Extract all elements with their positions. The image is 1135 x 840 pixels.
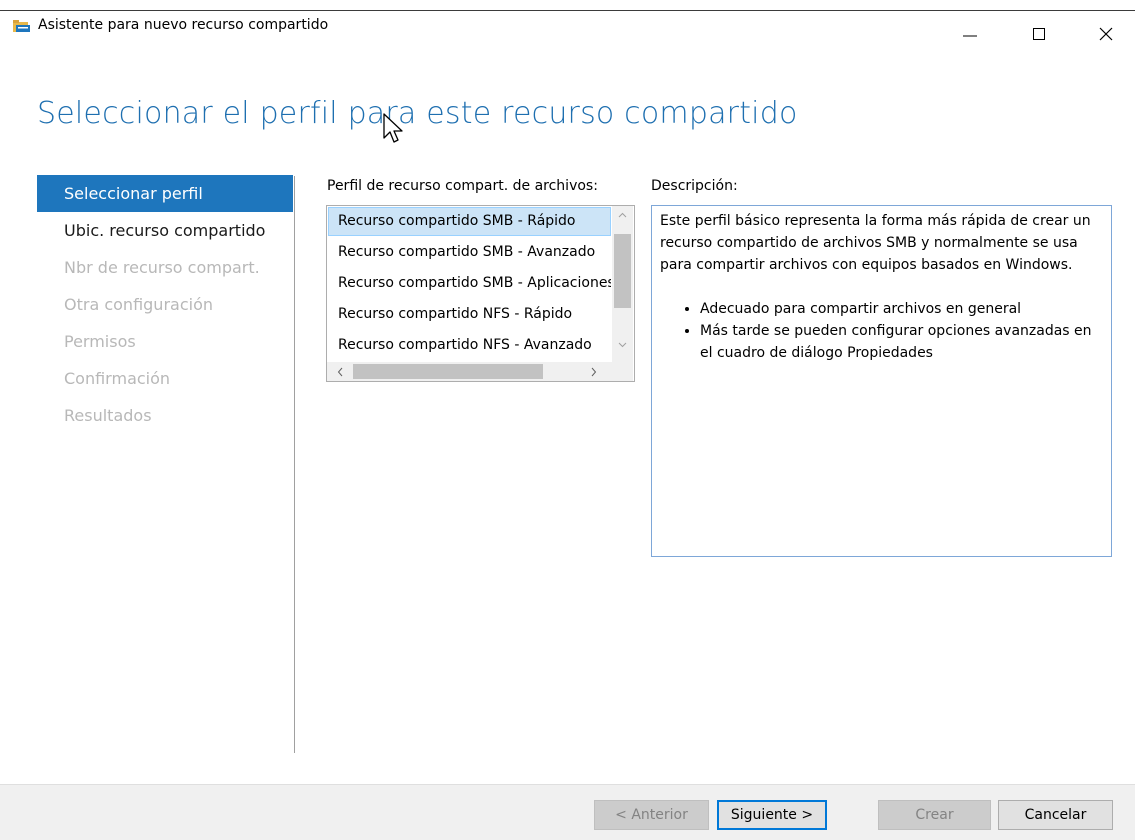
chevron-down-icon [618, 342, 627, 347]
profile-list-vertical-scrollbar[interactable] [612, 206, 633, 362]
scroll-right-button[interactable] [585, 362, 603, 381]
profile-listbox[interactable]: Recurso compartido SMB - Rápido Recurso … [326, 205, 635, 382]
profile-item-smb-quick[interactable]: Recurso compartido SMB - Rápido [328, 207, 611, 236]
description-bullets: Adecuado para compartir archivos en gene… [660, 298, 1103, 364]
profile-item-nfs-quick[interactable]: Recurso compartido NFS - Rápido [328, 300, 611, 329]
window-title: Asistente para nuevo recurso compartido [38, 17, 329, 33]
vertical-scroll-thumb[interactable] [614, 234, 631, 308]
close-button[interactable] [1083, 11, 1129, 57]
mouse-cursor-icon [383, 113, 403, 143]
profile-list-label: Perfil de recurso compart. de archivos: [327, 178, 598, 194]
nav-step-select-profile[interactable]: Seleccionar perfil [37, 175, 293, 212]
chevron-left-icon [337, 367, 343, 376]
previous-button[interactable]: < Anterior [594, 800, 709, 830]
scroll-down-button[interactable] [612, 336, 633, 353]
description-bullet: Adecuado para compartir archivos en gene… [700, 298, 1103, 320]
profile-list-horizontal-scrollbar[interactable] [327, 362, 612, 381]
profile-item-smb-advanced[interactable]: Recurso compartido SMB - Avanzado [328, 238, 611, 267]
nav-step-other-settings: Otra configuración [64, 295, 213, 314]
scroll-left-button[interactable] [331, 362, 349, 381]
description-bullet: Más tarde se pueden configurar opciones … [700, 320, 1103, 364]
nav-step-confirmation: Confirmación [64, 369, 171, 388]
share-folder-icon [13, 20, 30, 32]
cancel-button[interactable]: Cancelar [998, 800, 1113, 830]
profile-item-smb-applications[interactable]: Recurso compartido SMB - Aplicaciones [328, 269, 611, 298]
page-title: Seleccionar el perfil para este recurso … [37, 96, 798, 131]
wizard-steps-nav: Seleccionar perfil Ubic. recurso compart… [37, 175, 293, 434]
description-text: Este perfil básico representa la forma m… [660, 213, 1091, 273]
nav-step-permissions: Permisos [64, 332, 136, 351]
maximize-icon [1033, 28, 1045, 40]
profile-item-nfs-advanced[interactable]: Recurso compartido NFS - Avanzado [328, 331, 611, 360]
description-box: Este perfil básico representa la forma m… [651, 205, 1112, 557]
nav-divider [294, 176, 295, 753]
nav-step-share-location[interactable]: Ubic. recurso compartido [37, 212, 293, 249]
create-button[interactable]: Crear [878, 800, 991, 830]
nav-step-results: Resultados [64, 406, 152, 425]
chevron-right-icon [591, 367, 597, 376]
next-button[interactable]: Siguiente > [717, 800, 827, 830]
description-label: Descripción: [651, 178, 738, 194]
minimize-button[interactable] [947, 11, 993, 57]
close-icon [1099, 27, 1113, 41]
scrollbar-corner [612, 362, 633, 381]
horizontal-scroll-thumb[interactable] [353, 364, 543, 379]
scroll-up-button[interactable] [612, 206, 633, 223]
nav-step-share-name: Nbr de recurso compart. [64, 258, 260, 277]
chevron-up-icon [618, 212, 627, 217]
minimize-icon [963, 35, 977, 37]
maximize-button[interactable] [1016, 11, 1062, 57]
